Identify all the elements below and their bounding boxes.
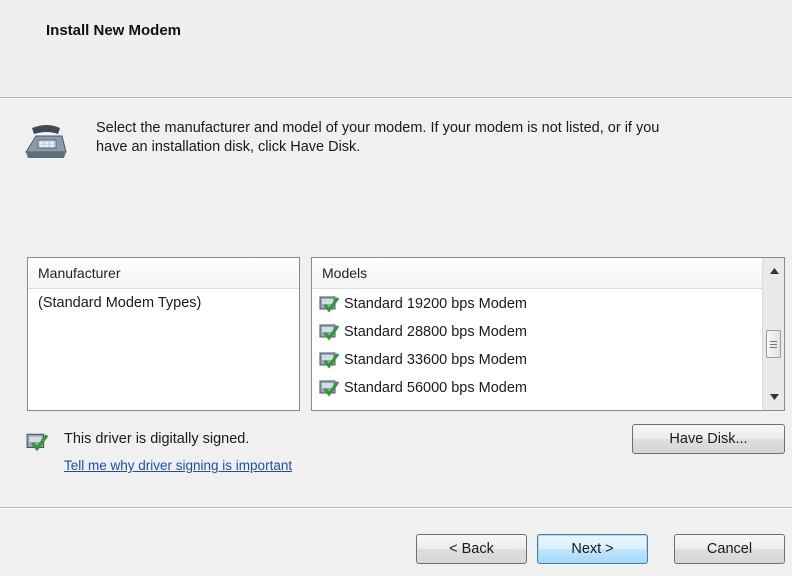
model-label: Standard 19200 bps Modem <box>344 296 527 312</box>
model-item[interactable]: Standard 19200 bps Modem <box>312 290 784 318</box>
cancel-button[interactable]: Cancel <box>674 534 785 564</box>
scrollbar-thumb[interactable] <box>766 330 781 358</box>
models-listbox[interactable]: Models Standard 19200 bps Modem Standard… <box>311 257 785 411</box>
model-label: Standard 56000 bps Modem <box>344 380 527 396</box>
model-item[interactable]: Standard 56000 bps Modem <box>312 374 784 402</box>
signed-driver-icon <box>319 380 340 397</box>
model-item[interactable]: Standard 28800 bps Modem <box>312 318 784 346</box>
signed-driver-icon <box>319 324 340 341</box>
model-item[interactable]: Standard 33600 bps Modem <box>312 346 784 374</box>
manufacturer-column-header[interactable]: Manufacturer <box>28 258 299 289</box>
intro-line-2: have an installation disk, click Have Di… <box>96 139 361 155</box>
model-label: Standard 33600 bps Modem <box>344 352 527 368</box>
signed-driver-icon <box>319 296 340 313</box>
manufacturer-listbox[interactable]: Manufacturer (Standard Modem Types) <box>27 257 300 411</box>
model-label: Standard 28800 bps Modem <box>344 324 527 340</box>
driver-signing-link[interactable]: Tell me why driver signing is important <box>64 458 292 473</box>
next-button[interactable]: Next > <box>537 534 648 564</box>
have-disk-button[interactable]: Have Disk... <box>632 424 785 454</box>
signed-driver-icon <box>319 352 340 369</box>
signed-driver-icon <box>24 431 50 458</box>
modem-phone-icon <box>22 122 68 162</box>
header-divider <box>0 98 792 99</box>
models-scrollbar[interactable] <box>762 258 784 410</box>
footer-divider-highlight <box>0 508 792 509</box>
scroll-up-arrow-icon[interactable] <box>763 260 784 282</box>
manufacturer-item[interactable]: (Standard Modem Types) <box>38 295 299 311</box>
wizard-title: Install New Modem <box>46 22 182 39</box>
intro-line-1: Select the manufacturer and model of you… <box>96 120 660 136</box>
wizard-header: Install New Modem <box>0 0 792 98</box>
intro-text: Select the manufacturer and model of you… <box>96 119 766 157</box>
scroll-down-arrow-icon[interactable] <box>763 386 784 408</box>
models-column-header[interactable]: Models <box>312 258 762 289</box>
back-button[interactable]: < Back <box>416 534 527 564</box>
driver-signed-text: This driver is digitally signed. <box>64 431 250 447</box>
